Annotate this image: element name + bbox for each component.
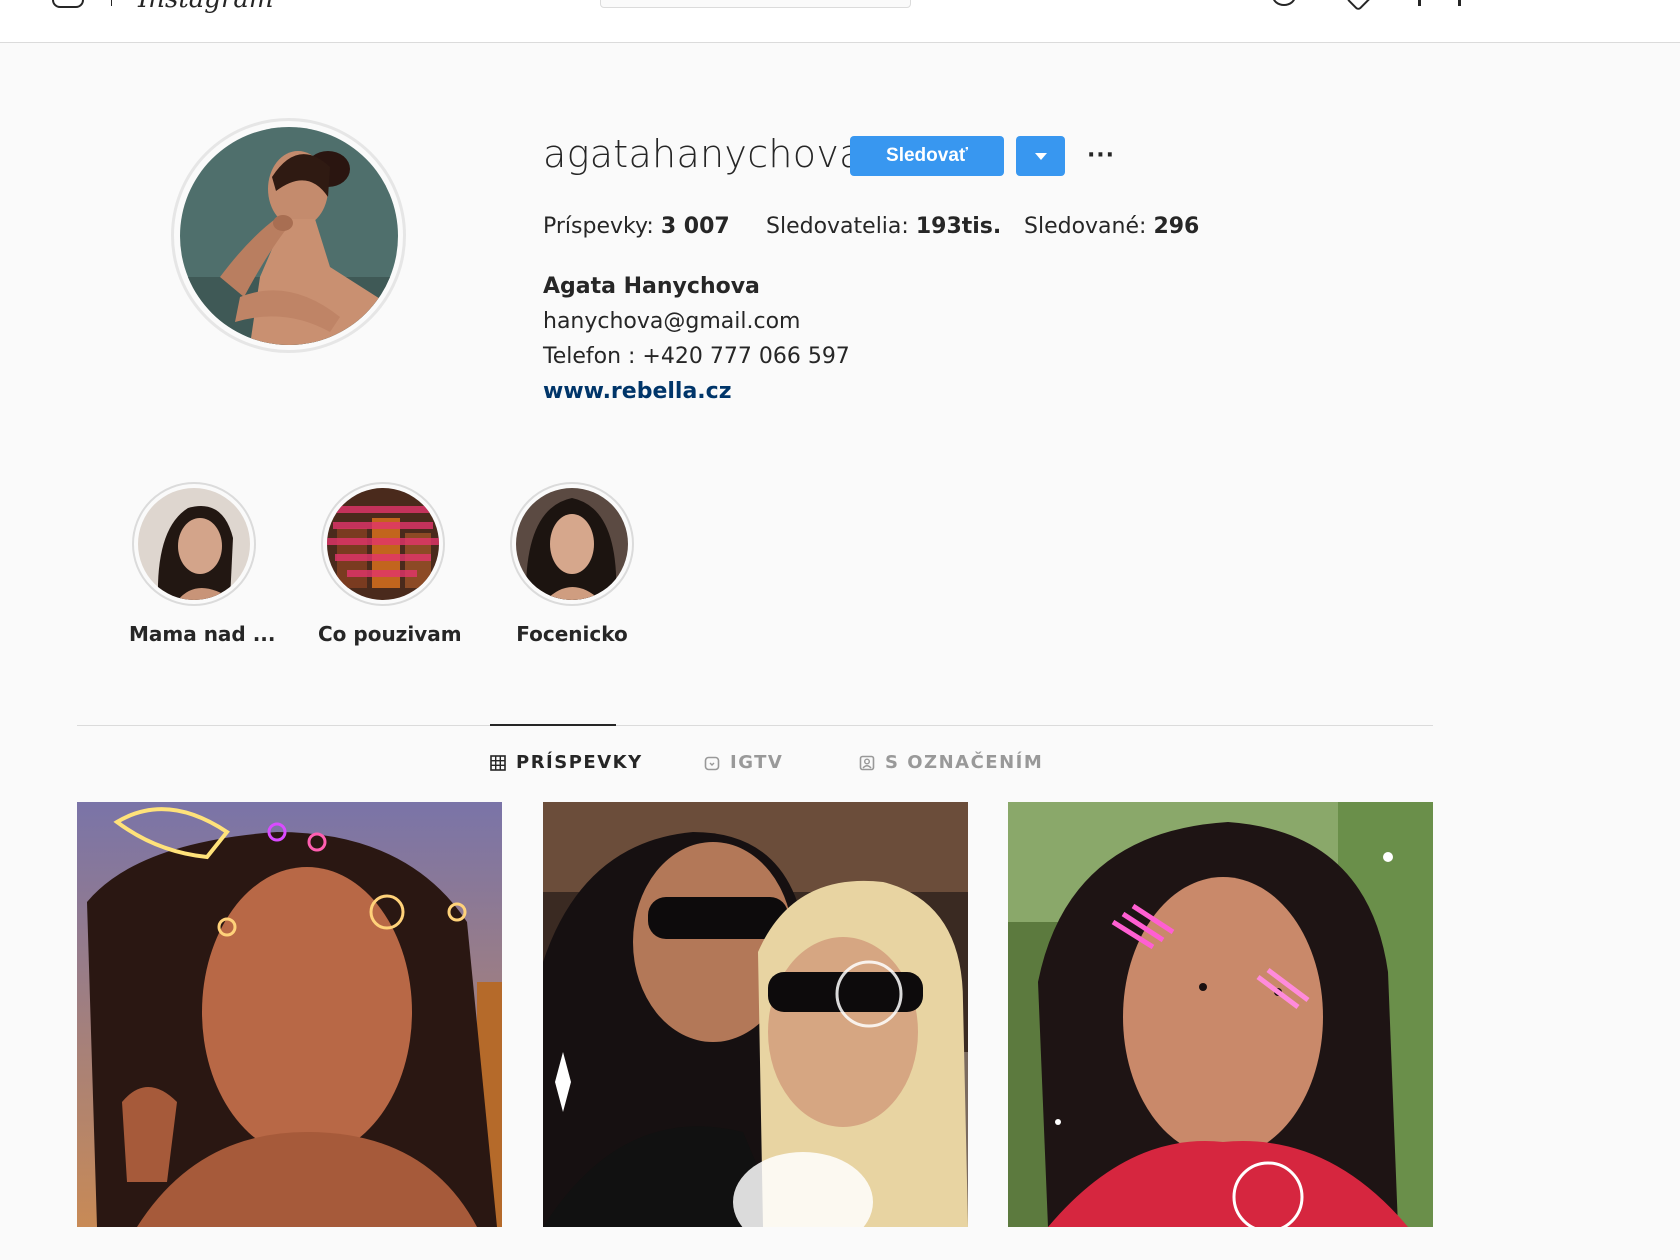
highlight-cover[interactable] (516, 488, 628, 600)
heart-icon[interactable] (1345, 0, 1373, 12)
tabs-divider (77, 725, 1433, 726)
story-highlight[interactable]: Co pouzivam (318, 482, 462, 646)
bio-email: hanychova@gmail.com (543, 309, 801, 334)
stat-following[interactable]: Sledované: 296 (1024, 214, 1199, 239)
highlight-label: Focenicko (516, 622, 628, 646)
stat-following-value: 296 (1153, 214, 1200, 239)
tagged-icon (859, 755, 875, 770)
follow-button[interactable]: Sledovať (850, 136, 1004, 176)
suggested-dropdown-button[interactable] (1016, 136, 1065, 176)
stat-posts-value: 3 007 (660, 214, 730, 239)
stat-followers-label: Sledovatelia: (766, 214, 909, 239)
stat-followers[interactable]: Sledovatelia: 193tis. (766, 214, 1001, 239)
profile-username: agatahanychova (543, 132, 863, 176)
highlight-label: Co pouzivam (318, 622, 462, 646)
highlight-ring[interactable] (510, 482, 634, 606)
instagram-camera-icon[interactable] (52, 0, 84, 8)
nav-divider (111, 0, 112, 6)
tab-tagged[interactable]: S OZNAČENÍM (859, 752, 1043, 773)
user-icon-edge[interactable] (1458, 0, 1461, 6)
tab-igtv-label: IGTV (730, 752, 784, 773)
active-tab-indicator (490, 724, 616, 726)
post-thumbnail[interactable] (543, 802, 968, 1227)
story-highlight[interactable]: Mama nad ... (129, 482, 276, 646)
profile-avatar[interactable] (179, 126, 398, 345)
post-thumbnail[interactable] (1008, 802, 1433, 1227)
stat-posts: Príspevky: 3 007 (543, 214, 730, 239)
tab-tagged-label: S OZNAČENÍM (885, 752, 1044, 773)
stat-posts-label: Príspevky: (543, 214, 654, 239)
highlight-ring[interactable] (321, 482, 445, 606)
story-highlight[interactable]: Focenicko (507, 482, 637, 646)
highlight-label: Mama nad ... (129, 622, 276, 646)
highlight-ring[interactable] (132, 482, 256, 606)
stat-followers-value: 193tis. (915, 214, 1002, 239)
bio-website-link[interactable]: www.rebella.cz (543, 379, 732, 404)
igtv-icon (704, 756, 720, 770)
chevron-down-icon (1034, 152, 1047, 160)
more-dots-icon[interactable]: ··· (1086, 140, 1116, 170)
compass-icon[interactable] (1272, 0, 1296, 6)
bio-full-name: Agata Hanychova (543, 274, 760, 299)
highlight-cover[interactable] (327, 488, 439, 600)
top-navigation: Instagram (0, 0, 1680, 43)
highlight-cover[interactable] (138, 488, 250, 600)
user-icon[interactable] (1418, 0, 1421, 6)
instagram-wordmark[interactable]: Instagram (138, 0, 274, 14)
bio-phone: Telefon : +420 777 066 597 (543, 344, 850, 369)
profile-avatar-ring[interactable] (171, 118, 406, 353)
stat-following-label: Sledované: (1024, 214, 1147, 239)
post-thumbnail[interactable] (77, 802, 502, 1227)
grid-icon (490, 754, 506, 771)
tab-igtv[interactable]: IGTV (704, 752, 783, 773)
search-input[interactable] (600, 0, 911, 8)
tab-posts[interactable]: PRÍSPEVKY (490, 752, 643, 773)
tab-posts-label: PRÍSPEVKY (516, 752, 643, 773)
